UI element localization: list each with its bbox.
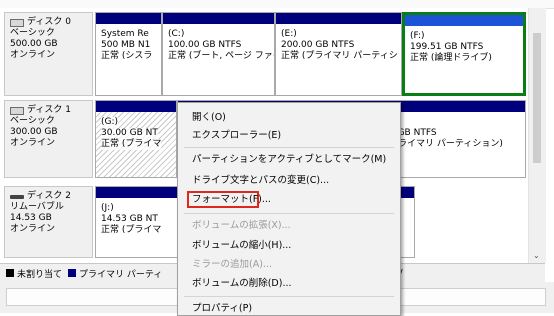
legend-label: 未割り当て [17,269,63,280]
partition-title: (C:) [168,29,185,39]
disk-type: ベーシック [10,28,55,38]
partition-g[interactable]: (G:) 30.00 GB NT 正常 (プライマ [95,100,177,178]
partition-title: (G:) [101,117,119,128]
menu-open[interactable]: 開く(O) [192,112,226,124]
disk-size: 500.00 GB [10,39,58,49]
partition-size: 100.00 GB NTFS [168,40,242,50]
disk-name-row: ディスク 0 [10,17,92,28]
disk-row-0: ディスク 0 ベーシック 500.00 GB オンライン System Re 5… [0,12,528,96]
disk-type: ベーシック [10,116,55,126]
disk-name-row: ディスク 1 [10,105,92,116]
partition-bar [276,13,401,24]
partition-status: 正常 (論理ドライブ) [410,53,492,63]
disk-info-2[interactable]: ディスク 2 リムーバブル 14.53 GB オンライン [4,186,93,258]
menu-mark-active[interactable]: パーティションをアクティブとしてマーク(M) [192,154,386,166]
partition-bar [96,101,176,112]
disk-icon [10,18,24,27]
legend-label: プライマリ パーティ [79,269,163,280]
partition-title: (F:) [410,31,425,41]
disk-icon [10,106,24,115]
disk-status: オンライン [10,224,56,234]
partition-status: 正常 (シスラ [101,51,153,61]
partition-size: 0 GB NTFS [389,128,437,138]
disk-status: オンライン [10,50,56,60]
partition-size: 200.00 GB NTFS [281,40,355,50]
menu-add-mirror[interactable]: ミラーの追加(A)... [192,259,272,271]
legend-primary: プライマリ パーティ [68,267,162,280]
disk-name: ディスク 0 [27,17,71,27]
disk-type: リムーバブル [10,202,64,212]
menu-format[interactable]: フォーマット(F)... [192,194,271,206]
menu-separator [184,213,394,214]
partition-title: (E:) [281,29,297,39]
legend-swatch-primary [68,269,77,277]
partition-bar [163,13,274,24]
disk-name-row: ディスク 2 [10,191,92,202]
partition-system-reserved[interactable]: System Re 500 MB N1 正常 (シスラ [95,12,162,96]
disk-size: 300.00 GB [10,127,58,137]
legend-unallocated: 未割り当て [6,267,62,280]
menu-separator [184,296,394,297]
scrollbar-thumb[interactable] [533,33,541,163]
partition-c[interactable]: (C:) 100.00 GB NTFS 正常 (ブート, ページ ファイ, [162,12,275,96]
partition-title [389,117,525,128]
menu-change-drive-letter[interactable]: ドライブ文字とパスの変更(C)... [192,175,329,187]
partition-status: 正常 (プライマリ パーティシ [281,51,398,61]
partition-body: System Re 500 MB N1 正常 (シスラ [96,24,161,62]
partition-body: (F:) 199.51 GB NTFS 正常 (論理ドライブ) [405,26,523,64]
partition-status: 正常 (プライマ [101,139,162,150]
disk-name: ディスク 2 [27,191,71,201]
partition-title: System Re [101,29,149,39]
partition-body: (E:) 200.00 GB NTFS 正常 (プライマリ パーティシ [276,24,401,62]
partition-status: 正常 (ブート, ページ ファイ, [168,51,275,61]
menu-extend-volume[interactable]: ボリュームの拡張(X)... [192,220,291,232]
disk-info-1[interactable]: ディスク 1 ベーシック 300.00 GB オンライン [4,100,93,178]
partition-body: (C:) 100.00 GB NTFS 正常 (ブート, ページ ファイ, [163,24,274,62]
disk-status: オンライン [10,138,56,148]
partition-size: 199.51 GB NTFS [410,42,484,52]
menu-delete-volume[interactable]: ボリュームの削除(D)... [192,278,292,290]
partition-e[interactable]: (E:) 200.00 GB NTFS 正常 (プライマリ パーティシ [275,12,402,96]
menu-shrink-volume[interactable]: ボリュームの縮小(H)... [192,240,291,252]
removable-drive-icon [10,194,24,199]
menu-properties[interactable]: プロパティ(P) [192,303,252,315]
partition-f[interactable]: (F:) 199.51 GB NTFS 正常 (論理ドライブ) [402,12,526,96]
vertical-scrollbar[interactable]: ⌄ [528,8,546,263]
menu-separator [184,147,394,148]
partition-status: プライマリ パーティション) [389,139,503,149]
partition-size: 30.00 GB NT [101,128,158,139]
disk-size: 14.53 GB [10,213,52,223]
partition-body: (G:) 30.00 GB NT 正常 (プライマ [96,112,176,177]
partition-size: 500 MB N1 [101,40,151,50]
scroll-down-arrow-icon[interactable]: ⌄ [533,252,540,260]
menu-explore[interactable]: エクスプローラー(E) [192,130,281,142]
partition-bar [405,15,523,26]
disk-name: ディスク 1 [27,105,71,115]
context-menu: 開く(O) エクスプローラー(E) パーティションをアクティブとしてマーク(M)… [177,102,401,316]
legend-swatch-unallocated [6,269,14,277]
partition-bar [96,13,161,24]
disk-info-0[interactable]: ディスク 0 ベーシック 500.00 GB オンライン [4,12,93,96]
